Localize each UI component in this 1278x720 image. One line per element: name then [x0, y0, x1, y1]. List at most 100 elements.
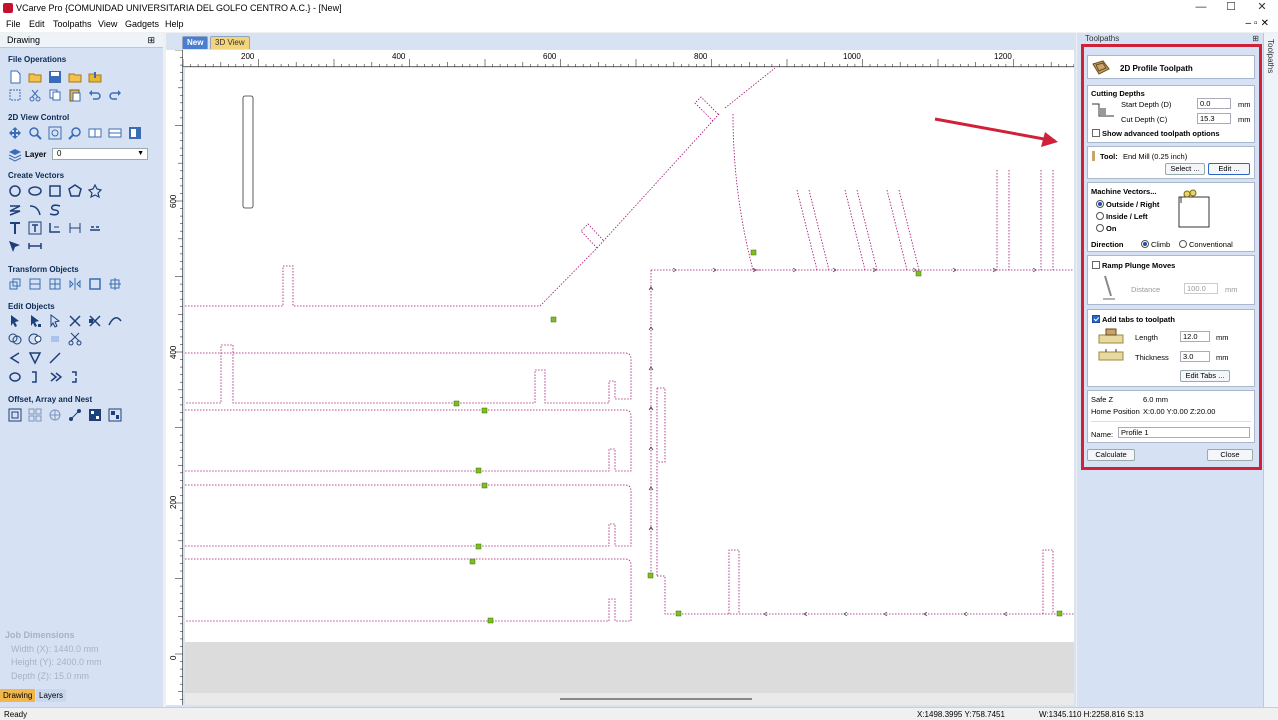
tab-thickness-input[interactable]: 3.0 [1180, 351, 1210, 362]
extend-icon[interactable] [48, 351, 62, 365]
radio-conventional[interactable] [1179, 240, 1187, 248]
save-as-icon[interactable] [68, 70, 82, 84]
zoom-extents-icon[interactable] [48, 126, 62, 140]
calculate-button[interactable]: Calculate [1087, 449, 1135, 461]
cut-depth-input[interactable]: 15.3 [1197, 113, 1231, 124]
start-depth-input[interactable]: 0.0 [1197, 98, 1231, 109]
join-open-icon[interactable] [48, 370, 62, 384]
add-tabs-checkbox[interactable] [1092, 315, 1100, 323]
curve-fit-icon[interactable] [108, 314, 122, 328]
smart-delete-icon[interactable] [88, 314, 102, 328]
chamfer-icon[interactable] [28, 351, 42, 365]
toolpaths-side-tab[interactable]: Toolpaths [1263, 33, 1278, 707]
edit-tool-button[interactable]: Edit ... [1208, 163, 1250, 175]
zoom-selection-icon[interactable] [68, 126, 82, 140]
radio-climb[interactable] [1141, 240, 1149, 248]
interactive-trim-icon[interactable] [68, 314, 82, 328]
align-icon[interactable] [28, 277, 42, 291]
open-file-icon[interactable] [28, 70, 42, 84]
pin-icon[interactable]: ⊞ [147, 33, 155, 48]
curve-tool-icon[interactable] [48, 203, 62, 217]
polygon-tool-icon[interactable] [68, 184, 82, 198]
intersect-icon[interactable] [48, 332, 62, 346]
redo-icon[interactable] [108, 88, 122, 102]
text-box-tool-icon[interactable] [28, 221, 42, 235]
fillet-icon[interactable] [8, 351, 22, 365]
distort-icon[interactable] [88, 277, 102, 291]
subtract-icon[interactable] [28, 332, 42, 346]
scale-icon[interactable] [48, 277, 62, 291]
star-tool-icon[interactable] [88, 184, 102, 198]
pan-icon[interactable] [8, 126, 22, 140]
view-2d-icon[interactable] [108, 126, 122, 140]
menu-toolpaths[interactable]: Toolpaths [53, 16, 92, 32]
edit-tabs-button[interactable]: Edit Tabs ... [1180, 370, 1230, 382]
text-tool-icon[interactable] [8, 221, 22, 235]
node-edit-icon[interactable] [28, 314, 42, 328]
join-vector-icon[interactable] [28, 370, 42, 384]
horizontal-scrollbar[interactable] [185, 693, 1074, 705]
view-material-icon[interactable] [88, 126, 102, 140]
text-on-curve-icon[interactable] [48, 221, 62, 235]
set-origin-icon[interactable] [108, 277, 122, 291]
rectangle-tool-icon[interactable] [48, 184, 62, 198]
paste-icon[interactable] [68, 88, 82, 102]
move-icon[interactable] [8, 277, 22, 291]
weld-icon[interactable] [8, 332, 22, 346]
measure-tool-icon[interactable] [28, 239, 42, 253]
maximize-button[interactable]: ☐ [1216, 0, 1246, 16]
nest-parts-icon[interactable] [108, 408, 122, 422]
array-copy-icon[interactable] [28, 408, 42, 422]
zoom-icon[interactable] [28, 126, 42, 140]
scrollbar-thumb[interactable] [560, 698, 752, 700]
select-tool-button[interactable]: Select ... [1165, 163, 1205, 175]
menu-file[interactable]: File [6, 16, 21, 32]
cut-icon[interactable] [28, 88, 42, 102]
ramp-distance-input[interactable]: 100.0 [1184, 283, 1218, 294]
offset-icon[interactable] [8, 408, 22, 422]
ramp-checkbox[interactable] [1092, 261, 1100, 269]
copy-icon[interactable] [48, 88, 62, 102]
menu-help[interactable]: Help [165, 16, 184, 32]
import-icon[interactable] [88, 70, 102, 84]
mirror-icon[interactable] [68, 277, 82, 291]
menu-edit[interactable]: Edit [29, 16, 45, 32]
drawing-canvas[interactable] [185, 68, 1074, 642]
transform-select-icon[interactable] [48, 314, 62, 328]
copy-along-icon[interactable] [68, 408, 82, 422]
tab-new[interactable]: New [182, 36, 209, 49]
close-window-button[interactable]: ✕ [1247, 0, 1277, 16]
menu-gadgets[interactable]: Gadgets [125, 16, 159, 32]
new-file-icon[interactable] [8, 70, 22, 84]
scissors-icon[interactable] [68, 332, 82, 346]
job-setup-icon[interactable] [8, 88, 22, 102]
tab-3d-view[interactable]: 3D View [210, 36, 250, 49]
radio-outside-right[interactable] [1096, 200, 1104, 208]
select-tool-icon[interactable] [8, 314, 22, 328]
tab-drawing[interactable]: Drawing [0, 689, 36, 702]
arc-tool-icon[interactable] [28, 203, 42, 217]
nesting-icon[interactable] [88, 408, 102, 422]
split-view-icon[interactable] [128, 126, 142, 140]
tab-layers[interactable]: Layers [36, 689, 67, 702]
dimension-tool-icon[interactable] [68, 221, 82, 235]
undo-icon[interactable] [88, 88, 102, 102]
image-vector-icon[interactable] [8, 239, 22, 253]
radio-inside-left[interactable] [1096, 212, 1104, 220]
minimize-button[interactable]: — [1186, 0, 1216, 16]
save-file-icon[interactable] [48, 70, 62, 84]
polyline-tool-icon[interactable] [8, 203, 22, 217]
close-button[interactable]: Close [1207, 449, 1253, 461]
circle-tool-icon[interactable] [8, 184, 22, 198]
mdi-controls-icon[interactable]: –▫✕ [1246, 16, 1273, 32]
menu-view[interactable]: View [98, 16, 117, 32]
text-format-icon[interactable] [88, 221, 102, 235]
tab-length-input[interactable]: 12.0 [1180, 331, 1210, 342]
radio-on[interactable] [1096, 224, 1104, 232]
close-vector-icon[interactable] [8, 370, 22, 384]
ellipse-tool-icon[interactable] [28, 184, 42, 198]
toolpath-name-input[interactable]: Profile 1 [1118, 427, 1250, 438]
pin-icon[interactable]: ⊞ [1252, 33, 1259, 45]
layer-select[interactable]: 0 ▼ [52, 148, 148, 160]
advanced-options-checkbox[interactable] [1092, 129, 1100, 137]
